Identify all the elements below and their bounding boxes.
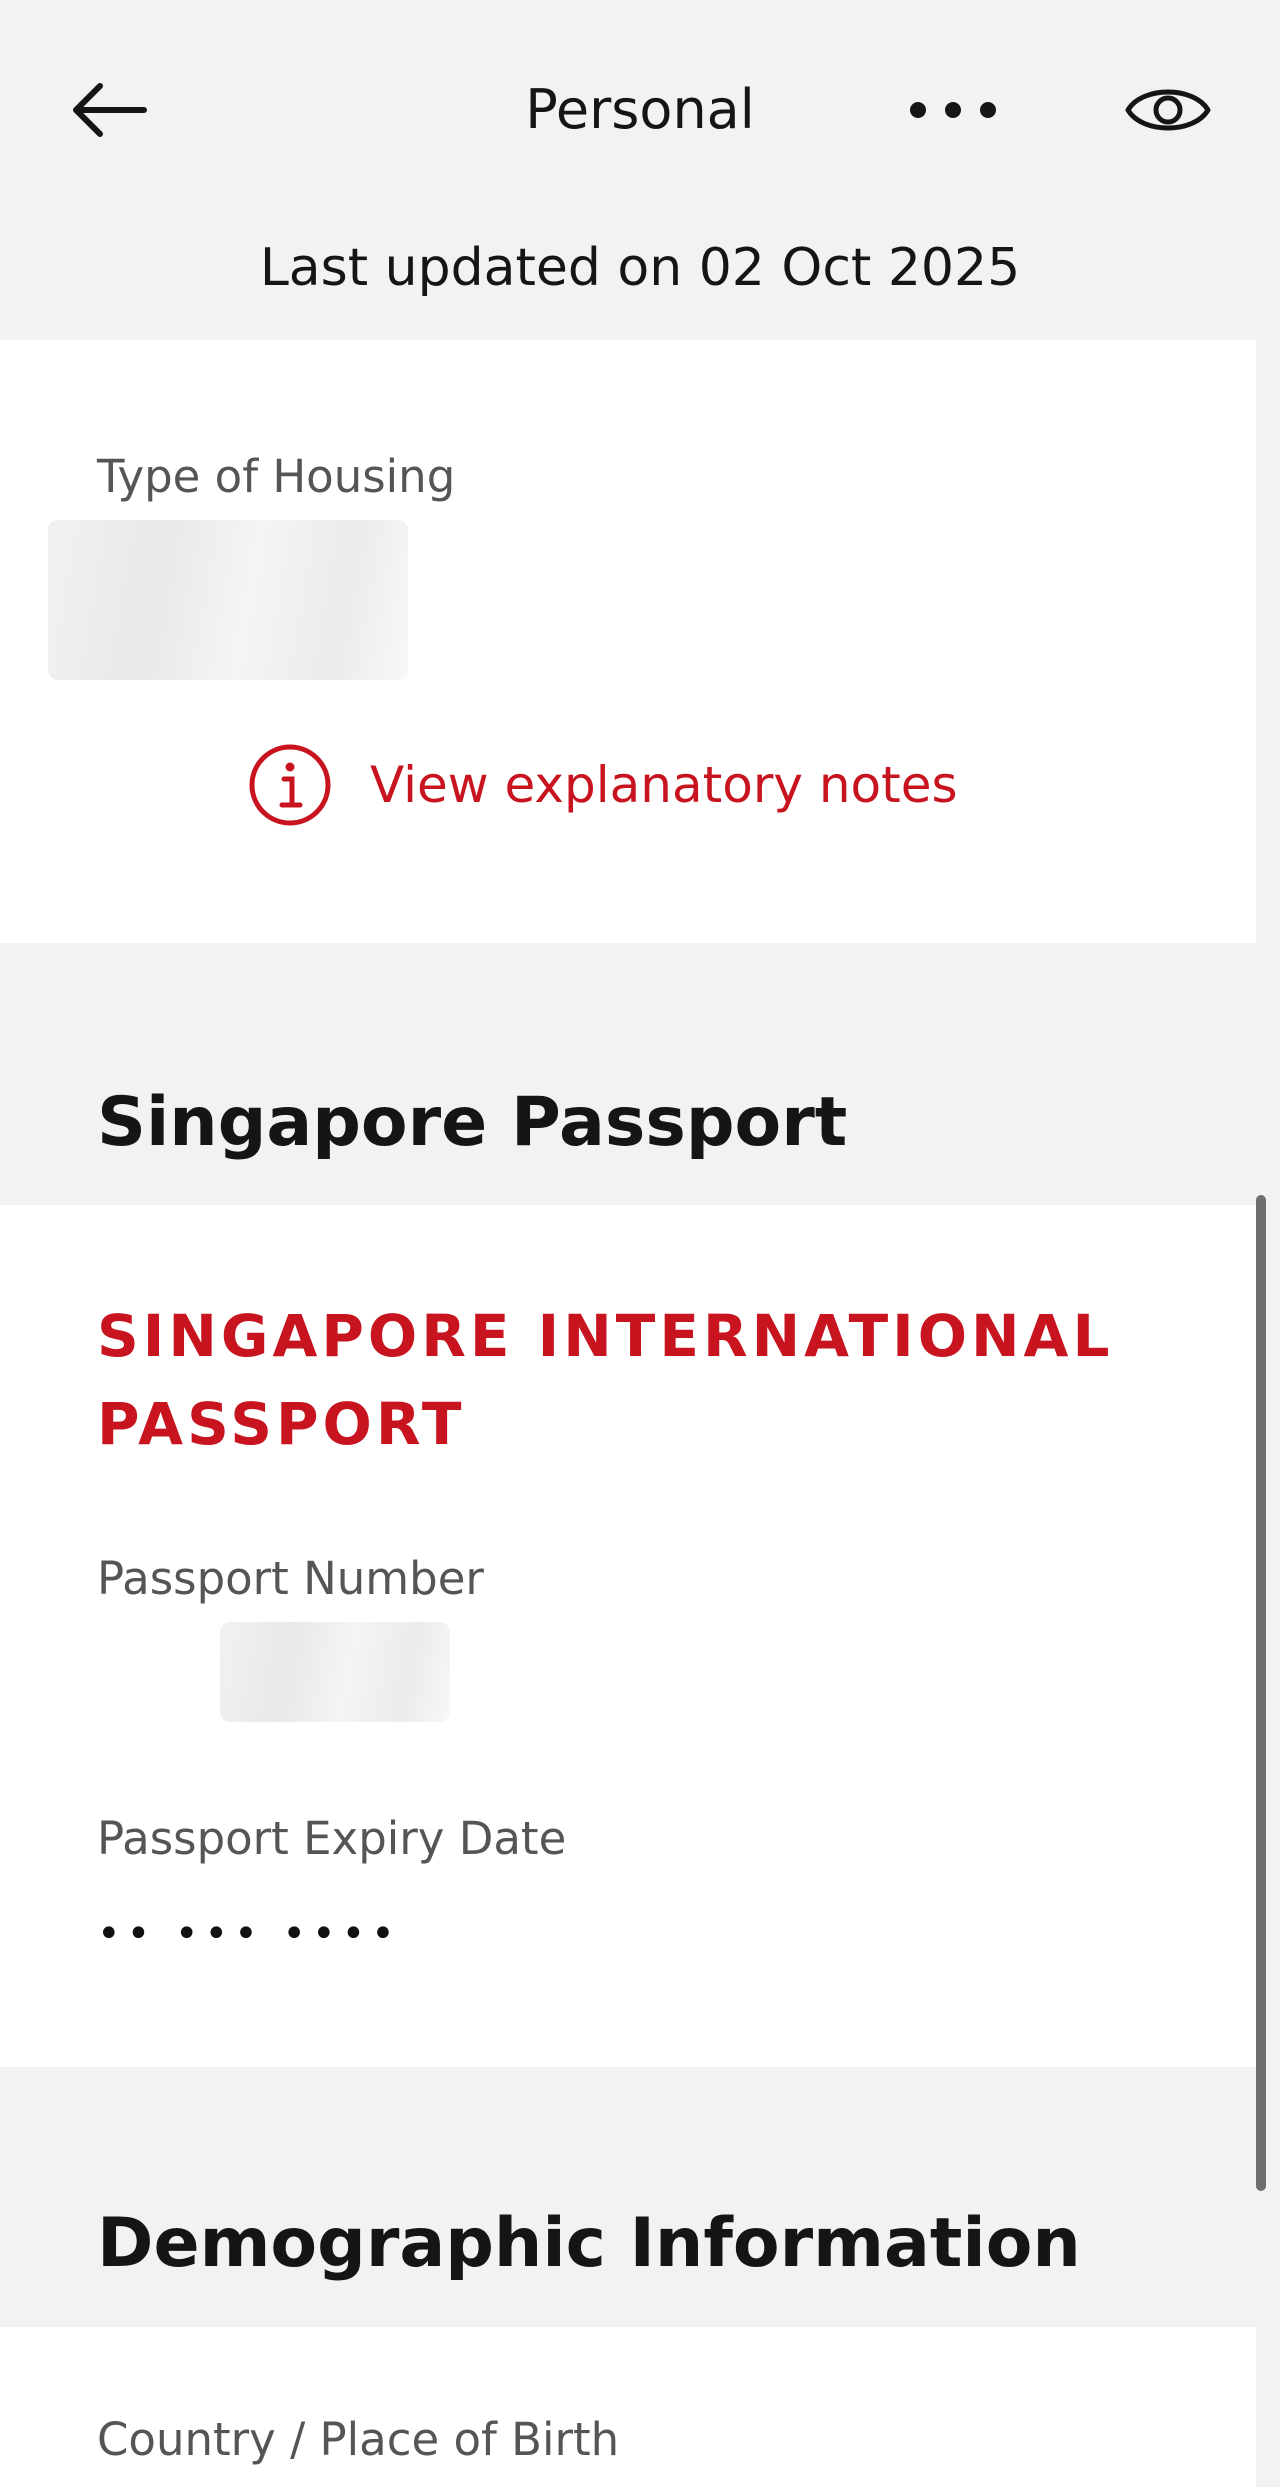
birth-place-label: Country / Place of Birth bbox=[97, 2413, 620, 2466]
housing-type-label: Type of Housing bbox=[97, 450, 456, 503]
view-explanatory-notes-link[interactable]: View explanatory notes bbox=[248, 744, 958, 826]
page-title: Personal bbox=[525, 78, 755, 141]
eye-icon bbox=[1125, 89, 1211, 131]
demographic-section-band bbox=[0, 2067, 1280, 2327]
personal-page: Personal Last updated on 02 Oct 2025 Typ… bbox=[0, 0, 1280, 2487]
demographic-section-heading: Demographic Information bbox=[97, 2204, 1081, 2283]
housing-type-value-redacted bbox=[48, 520, 408, 680]
passport-document-title: SINGAPORE INTERNATIONAL PASSPORT bbox=[97, 1302, 1114, 1458]
info-circle-icon bbox=[249, 744, 331, 826]
arrow-left-icon bbox=[73, 83, 147, 137]
page-header: Personal Last updated on 02 Oct 2025 bbox=[0, 0, 1280, 340]
toggle-visibility-button[interactable] bbox=[1118, 70, 1218, 150]
passport-number-label: Passport Number bbox=[97, 1552, 484, 1605]
passport-expiry-value: •• ••• •••• bbox=[97, 1911, 401, 1957]
passport-section-band bbox=[0, 943, 1280, 1205]
more-horizontal-icon bbox=[909, 102, 996, 118]
last-updated-text: Last updated on 02 Oct 2025 bbox=[259, 238, 1021, 298]
back-button[interactable] bbox=[62, 72, 158, 148]
more-options-button[interactable] bbox=[900, 80, 1005, 140]
scrollbar[interactable] bbox=[1256, 1195, 1266, 2191]
passport-number-value-redacted bbox=[220, 1622, 450, 1722]
passport-expiry-label: Passport Expiry Date bbox=[97, 1812, 567, 1865]
passport-section-heading: Singapore Passport bbox=[97, 1083, 848, 1162]
view-explanatory-notes-label: View explanatory notes bbox=[370, 756, 958, 814]
